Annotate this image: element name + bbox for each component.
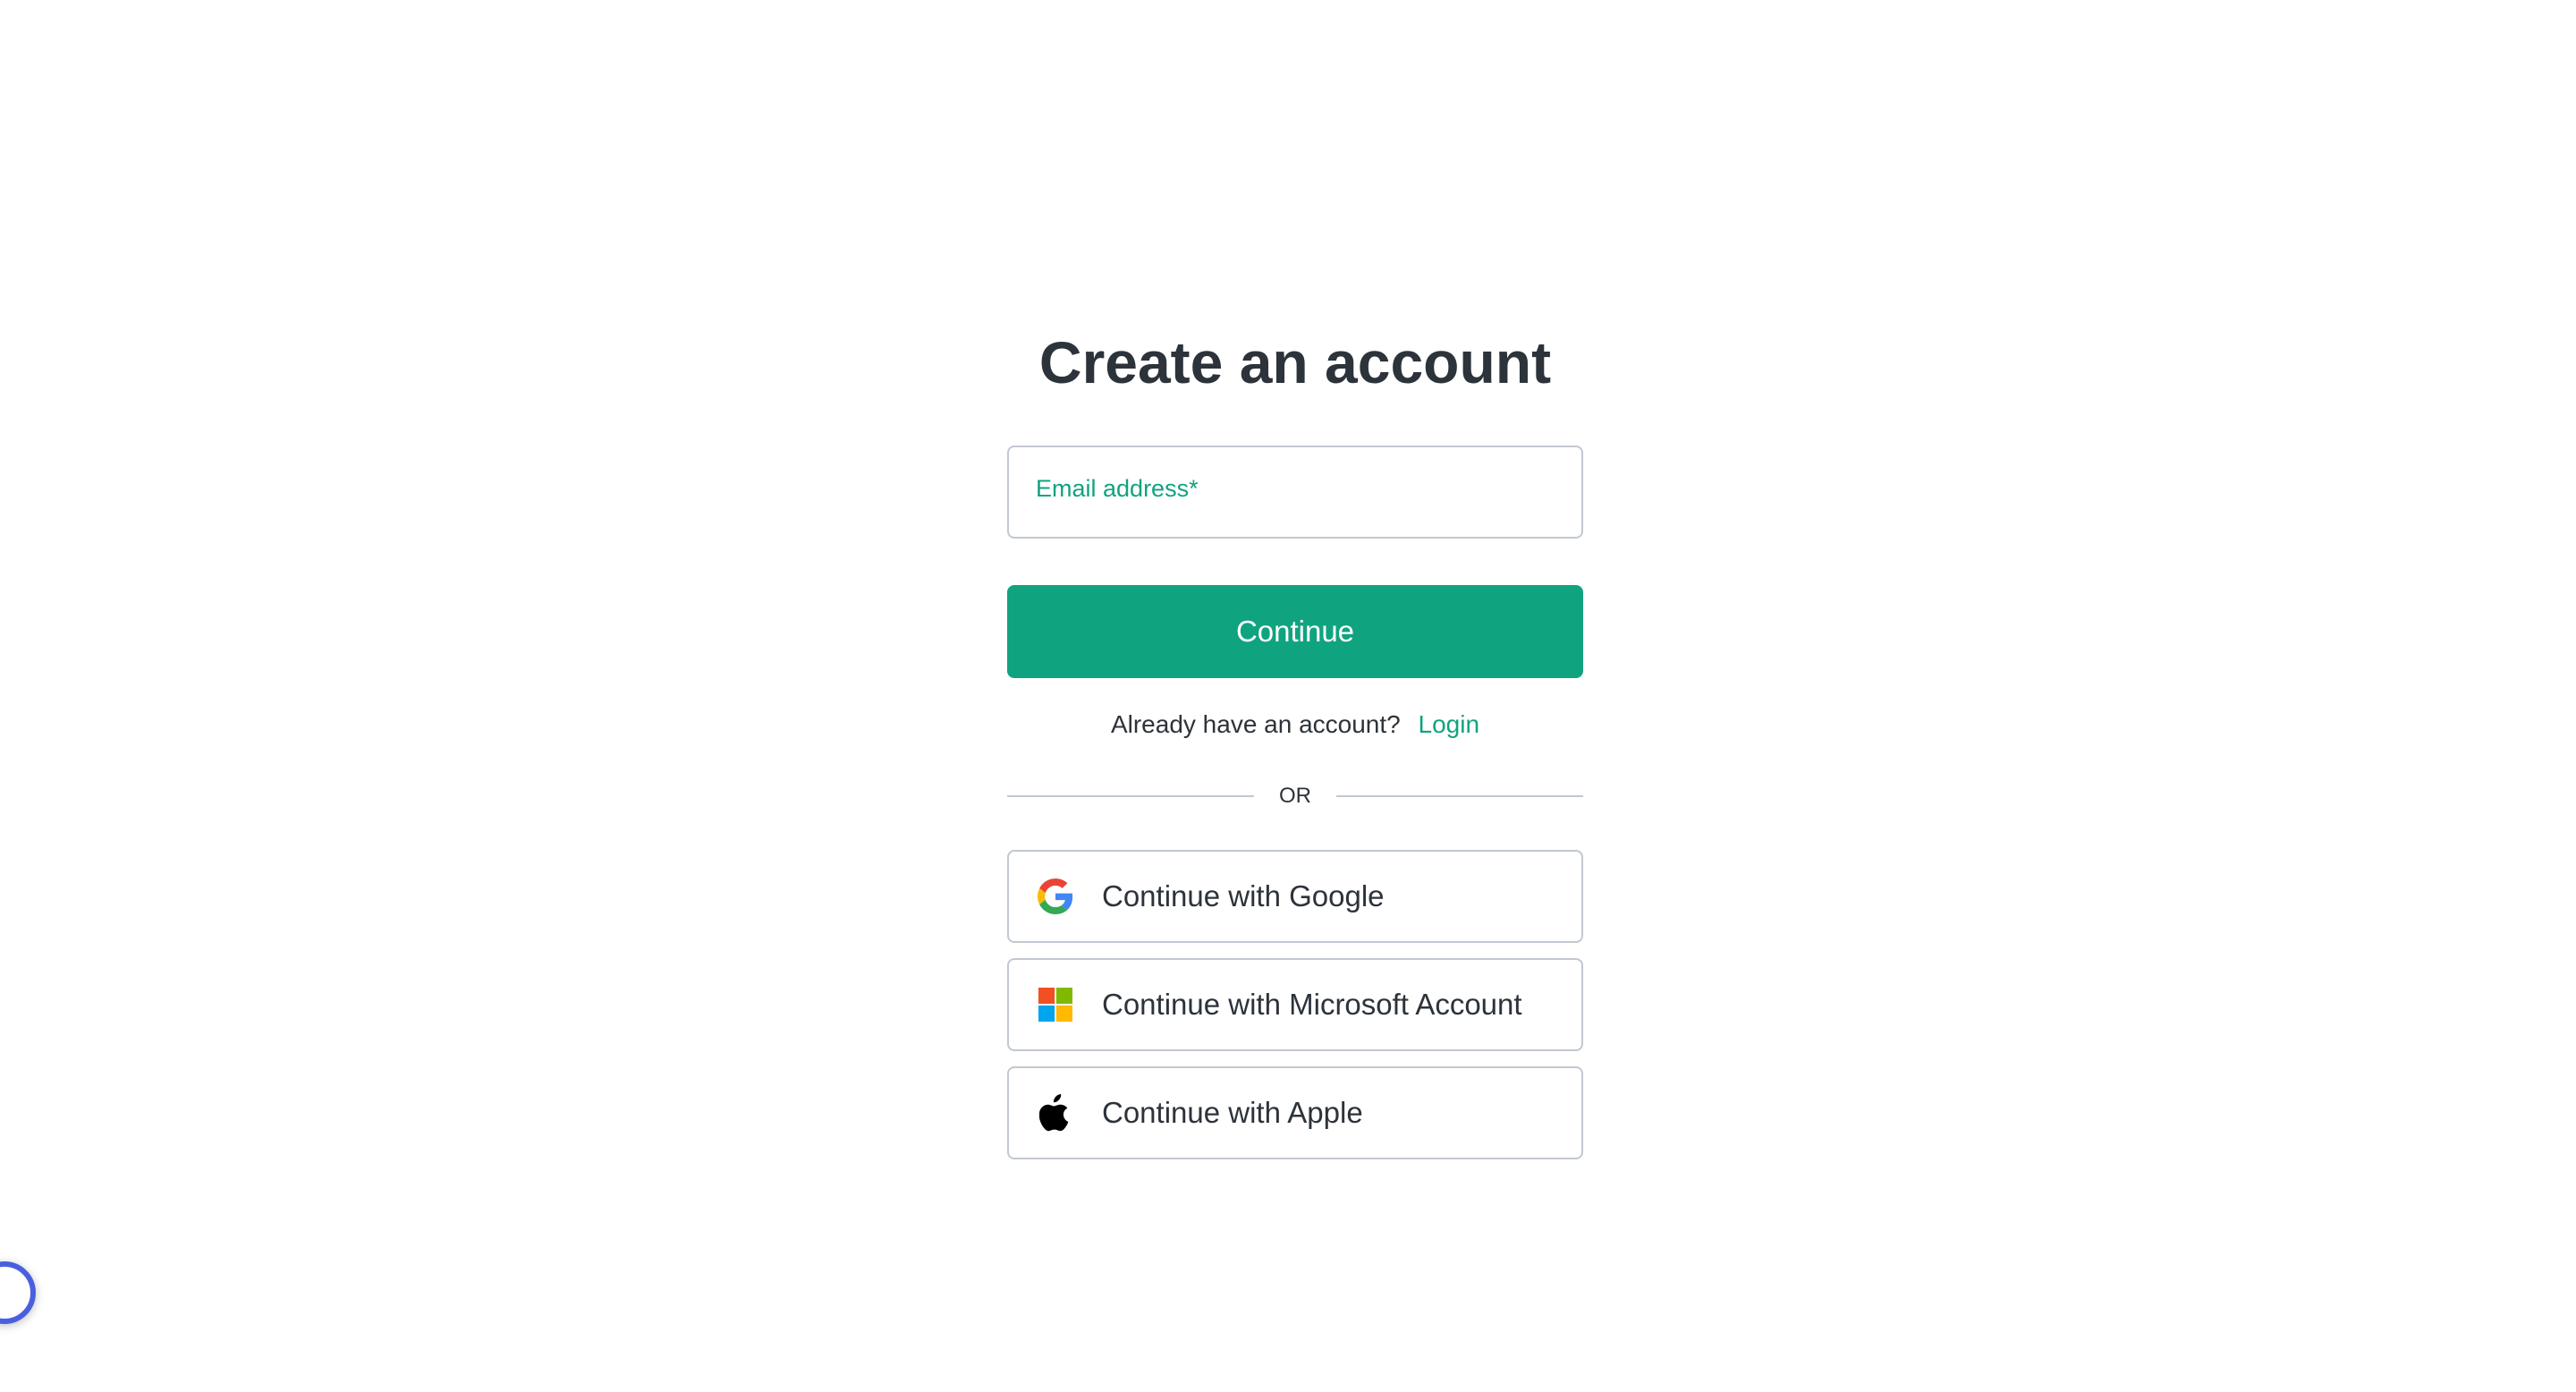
login-prompt-text: Already have an account? — [1110, 710, 1401, 738]
or-divider: OR — [1007, 778, 1583, 814]
continue-with-google-button[interactable]: Continue with Google — [1007, 850, 1583, 943]
google-button-label: Continue with Google — [1102, 879, 1385, 912]
login-prompt: Already have an account? Login — [1007, 707, 1583, 743]
continue-with-apple-button[interactable]: Continue with Apple — [1007, 1066, 1583, 1159]
continue-with-microsoft-button[interactable]: Continue with Microsoft Account — [1007, 958, 1583, 1051]
google-icon — [1038, 878, 1073, 914]
continue-button[interactable]: Continue — [1007, 585, 1583, 678]
apple-icon — [1038, 1094, 1073, 1132]
divider-line-right — [1336, 795, 1583, 797]
page-title: Create an account — [1038, 329, 1552, 395]
signup-panel: Create an account Email address* Continu… — [1007, 322, 1583, 1159]
assistant-launcher-icon[interactable] — [0, 1261, 36, 1324]
divider-line-left — [1007, 795, 1254, 797]
email-input[interactable] — [1036, 492, 1555, 524]
microsoft-icon — [1038, 987, 1073, 1023]
email-field[interactable]: Email address* — [1007, 446, 1583, 539]
microsoft-button-label: Continue with Microsoft Account — [1102, 988, 1522, 1021]
divider-text: OR — [1279, 784, 1311, 808]
signup-page: Create an account Email address* Continu… — [0, 0, 2576, 1392]
apple-button-label: Continue with Apple — [1102, 1096, 1363, 1129]
login-link[interactable]: Login — [1419, 710, 1480, 738]
